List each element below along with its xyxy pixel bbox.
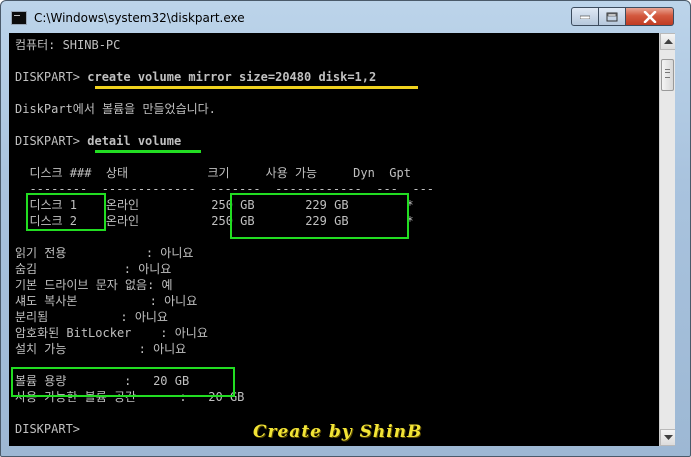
- minimize-button[interactable]: [571, 7, 599, 26]
- computer-line: 컴퓨터: SHINB-PC: [15, 38, 121, 52]
- maximize-icon: [606, 12, 618, 21]
- attr-offline: 분리됨 : 아니요: [15, 310, 168, 324]
- final-prompt: DISKPART>: [15, 422, 88, 436]
- scroll-up-button[interactable]: [660, 33, 675, 50]
- result-line: DiskPart에서 볼륨을 만들었습니다.: [15, 102, 216, 116]
- title-bar[interactable]: C:\Windows\system32\diskpart.exe: [1, 1, 690, 33]
- command-create-volume: create volume mirror size=20480 disk=1,2: [87, 70, 377, 84]
- scroll-thumb[interactable]: [661, 59, 674, 91]
- attr-installable: 설치 가능 : 아니요: [15, 342, 187, 356]
- chevron-up-icon: [664, 39, 673, 44]
- console-icon[interactable]: [11, 11, 27, 25]
- maximize-button[interactable]: [599, 7, 626, 26]
- volume-capacity-highlight: [11, 367, 235, 397]
- attr-hidden: 숨김 : 아니요: [15, 262, 172, 276]
- attr-shadow-copy: 섀도 복사본 : 아니요: [15, 294, 198, 308]
- attr-no-default-drive-letter: 기본 드라이브 문자 없음: 예: [15, 278, 173, 292]
- console-area[interactable]: 컴퓨터: SHINB-PC DISKPART> create volume mi…: [9, 33, 675, 446]
- command-detail-volume: detail volume: [87, 134, 182, 148]
- close-button[interactable]: [626, 7, 674, 26]
- attr-readonly: 읽기 전용 : 아니요: [15, 246, 194, 260]
- console-window: C:\Windows\system32\diskpart.exe 컴퓨터: SH…: [0, 0, 691, 457]
- watermark: Create by ShinB: [253, 422, 423, 442]
- table-header: 디스크 ### 상태 크기 사용 가능 Dyn Gpt: [15, 166, 411, 180]
- minimize-icon: [580, 15, 590, 19]
- chevron-down-icon: [664, 435, 673, 440]
- detail-underline: [95, 150, 201, 153]
- attr-bitlocker: 암호화된 BitLocker : 아니요: [15, 326, 208, 340]
- disk-names-highlight: [26, 193, 106, 231]
- prompt: DISKPART>: [15, 70, 88, 84]
- prompt: DISKPART>: [15, 134, 88, 148]
- command-underline: [95, 86, 418, 89]
- scroll-down-button[interactable]: [660, 429, 675, 446]
- command-line-2: DISKPART> detail volume: [15, 133, 181, 149]
- window-title: C:\Windows\system32\diskpart.exe: [34, 11, 245, 25]
- vertical-scrollbar[interactable]: [659, 33, 675, 446]
- command-line-1: DISKPART> create volume mirror size=2048…: [15, 69, 376, 85]
- disk-size-highlight: [230, 193, 409, 239]
- close-icon: [643, 10, 656, 23]
